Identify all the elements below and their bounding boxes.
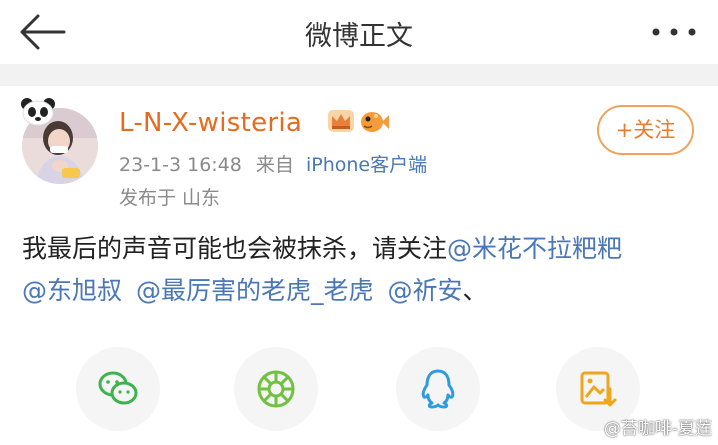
crown-icon	[328, 110, 354, 132]
mention-link[interactable]: @米花不拉粑粑	[447, 234, 622, 263]
author-name[interactable]: L-N-X-wisteria	[119, 108, 302, 138]
source-prefix: 来自	[255, 154, 294, 176]
post-text-tail: 、	[462, 276, 488, 305]
share-qq-button[interactable]	[396, 347, 480, 431]
client-link[interactable]: iPhone客户端	[306, 154, 427, 176]
share-wechat-button[interactable]	[76, 347, 160, 431]
post-location: 发布于 山东	[119, 187, 221, 209]
save-image-icon	[580, 371, 617, 407]
mention-link[interactable]: @最厉害的老虎_老虎	[136, 276, 374, 305]
more-dots-icon	[652, 28, 696, 36]
share-moments-button[interactable]	[234, 347, 318, 431]
post-meta: 23-1-3 16:48 来自 iPhone客户端	[119, 150, 427, 177]
top-bar: 微博正文	[0, 0, 718, 64]
back-button[interactable]	[14, 10, 70, 54]
page-title: 微博正文	[305, 21, 413, 52]
moments-icon	[257, 370, 295, 408]
mention-link[interactable]: @祈安	[387, 276, 462, 305]
follow-button[interactable]: +关注	[597, 105, 694, 155]
author-avatar[interactable]	[18, 96, 102, 186]
more-button[interactable]	[646, 18, 702, 46]
panda-icon	[21, 98, 55, 126]
post-date: 23-1-3 16:48	[119, 154, 242, 176]
back-arrow-icon	[20, 14, 66, 50]
section-separator	[0, 64, 718, 86]
fish-icon	[361, 112, 389, 132]
post-text: 我最后的声音可能也会被抹杀，请关注@米花不拉粑粑 @东旭叔 @最厉害的老虎_老虎…	[22, 228, 712, 312]
mention-link[interactable]: @东旭叔	[22, 276, 122, 305]
qq-icon	[421, 369, 455, 409]
watermark: @苔咖啡-夏莲	[603, 419, 712, 439]
wechat-icon	[98, 371, 138, 405]
post-text-main: 我最后的声音可能也会被抹杀，请关注	[22, 234, 448, 263]
